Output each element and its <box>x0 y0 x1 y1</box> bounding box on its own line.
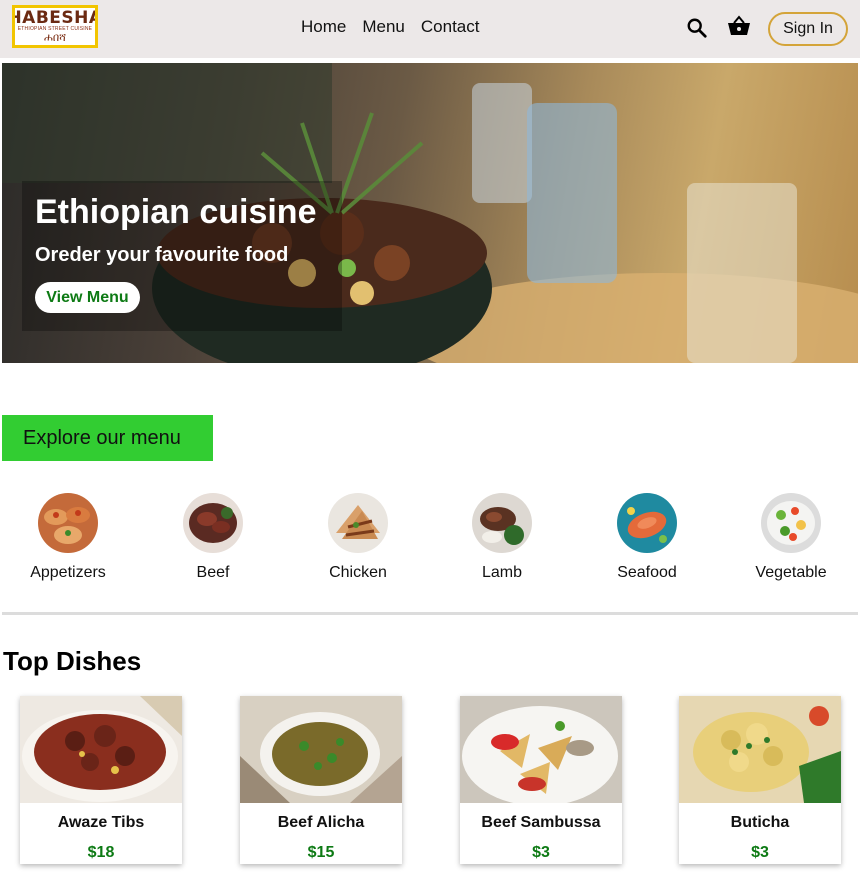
appetizers-image <box>38 493 98 553</box>
category-beef[interactable]: Beef <box>153 490 273 582</box>
beef-sambussa-image <box>460 696 622 803</box>
category-chicken[interactable]: Chicken <box>298 490 418 582</box>
category-label: Beef <box>196 564 230 581</box>
dish-name: Buticha <box>730 814 790 831</box>
logo-amharic: ሐበሻ <box>44 30 66 44</box>
dish-card[interactable]: Beef Alicha $15 <box>240 696 402 864</box>
buticha-image <box>679 696 841 803</box>
basket-icon[interactable] <box>727 14 751 38</box>
main-nav: Home Menu Contact <box>301 17 479 37</box>
dish-price: $18 <box>87 844 115 861</box>
brand-logo[interactable]: HABESHA ETHIOPIAN STREET CUISINE ሐበሻ <box>12 5 98 48</box>
category-label: Lamb <box>481 564 523 581</box>
dish-name: Awaze Tibs <box>57 814 145 831</box>
category-label: Seafood <box>617 564 677 581</box>
category-vegetable[interactable]: Vegetable <box>731 490 851 582</box>
explore-menu-button[interactable]: Explore our menu <box>2 415 213 461</box>
dish-price: $15 <box>307 844 335 861</box>
dish-card[interactable]: Awaze Tibs $18 <box>20 696 182 864</box>
top-dishes-title: Top Dishes <box>3 646 142 676</box>
category-lamb[interactable]: Lamb <box>442 490 562 582</box>
beef-alicha-image <box>240 696 402 803</box>
category-label: Chicken <box>329 564 387 581</box>
dish-card[interactable]: Beef Sambussa $3 <box>460 696 622 864</box>
hero-subtitle: Oreder your favourite food <box>35 244 289 266</box>
sign-in-button[interactable]: Sign In <box>768 12 848 46</box>
category-seafood[interactable]: Seafood <box>587 490 707 582</box>
site-header: HABESHA ETHIOPIAN STREET CUISINE ሐበሻ Hom… <box>0 0 860 58</box>
awaze-tibs-image <box>20 696 182 803</box>
lamb-image <box>472 493 532 553</box>
nav-contact[interactable]: Contact <box>421 17 480 37</box>
seafood-image <box>617 493 677 553</box>
chicken-image <box>328 493 388 553</box>
view-menu-button[interactable]: View Menu <box>35 282 140 313</box>
nav-home[interactable]: Home <box>301 17 346 37</box>
section-divider <box>2 612 858 615</box>
category-appetizers[interactable]: Appetizers <box>8 490 128 582</box>
category-label: Vegetable <box>755 564 827 581</box>
dish-name: Beef Alicha <box>277 814 365 831</box>
category-label: Appetizers <box>30 564 106 581</box>
dish-price: $3 <box>532 844 550 861</box>
search-icon[interactable] <box>686 17 708 39</box>
hero-banner: Ethiopian cuisine Oreder your favourite … <box>2 63 858 363</box>
hero-title: Ethiopian cuisine <box>35 193 317 231</box>
dish-card[interactable]: Buticha $3 <box>679 696 841 864</box>
category-list: Appetizers Beef Chicken Lamb Seafood Veg… <box>0 490 860 590</box>
dish-name: Beef Sambussa <box>481 814 601 831</box>
vegetable-image <box>761 493 821 553</box>
nav-menu[interactable]: Menu <box>362 17 405 37</box>
logo-text: HABESHA <box>12 7 98 28</box>
beef-image <box>183 493 243 553</box>
dish-price: $3 <box>751 844 769 861</box>
